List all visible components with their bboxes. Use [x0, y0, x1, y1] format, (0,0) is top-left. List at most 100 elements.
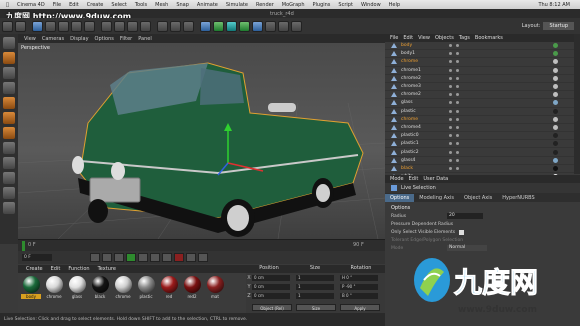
workplane-icon[interactable] [3, 82, 15, 94]
visibility-dots[interactable] [449, 142, 459, 146]
size-x-field[interactable]: 1 [296, 275, 334, 281]
object-row[interactable]: plastic0 [385, 132, 574, 141]
goto-end-icon[interactable] [162, 253, 172, 262]
object-row[interactable]: chrome [385, 58, 574, 67]
tweak-mode-icon[interactable] [3, 157, 15, 169]
menu-mograph[interactable]: MoGraph [282, 2, 305, 8]
obj-menu-tags[interactable]: Tags [459, 35, 470, 41]
menu-mesh[interactable]: Mesh [155, 2, 168, 8]
rotation-h-field[interactable]: H 0 ° [340, 275, 378, 281]
object-row[interactable]: chrome2 [385, 91, 574, 100]
prev-key-icon[interactable] [102, 253, 112, 262]
object-name[interactable]: chrome2 [401, 76, 435, 81]
obj-menu-objects[interactable]: Objects [435, 35, 454, 41]
axis-mode-icon[interactable] [3, 142, 15, 154]
perspective-viewport[interactable]: Perspective [18, 43, 385, 239]
visibility-dots[interactable] [449, 134, 459, 138]
edges-mode-icon[interactable] [3, 112, 15, 124]
object-name[interactable]: glass [401, 100, 435, 105]
render-view-icon[interactable] [157, 20, 168, 32]
object-name[interactable]: glass4 [401, 158, 435, 163]
object-name[interactable]: body1 [401, 51, 435, 56]
object-name[interactable]: plastic1 [401, 141, 435, 146]
visibility-dots[interactable] [449, 93, 459, 97]
visibility-dots[interactable] [449, 150, 459, 154]
viewport-menu-filter[interactable]: Filter [120, 36, 132, 42]
visibility-dots[interactable] [449, 60, 459, 64]
object-name[interactable]: chrome2 [401, 92, 435, 97]
material-tag-icon[interactable] [553, 43, 558, 49]
menu-animate[interactable]: Animate [197, 2, 218, 8]
object-name[interactable]: chrome1 [401, 68, 435, 73]
apply-button[interactable]: Apply [340, 303, 380, 311]
material-menu-edit[interactable]: Edit [51, 266, 61, 272]
make-editable-icon[interactable] [3, 37, 15, 49]
layout-dropdown[interactable]: Startup [543, 22, 574, 30]
viewport-menu-view[interactable]: View [24, 36, 36, 42]
undo-icon[interactable] [2, 20, 13, 32]
rotate-icon[interactable] [71, 20, 82, 32]
menu-render[interactable]: Render [256, 2, 274, 8]
subdivision-icon[interactable] [213, 20, 224, 32]
material-swatch[interactable]: red2 [182, 276, 202, 313]
object-name[interactable]: chrome [401, 59, 435, 64]
object-row[interactable]: body1 [385, 50, 574, 59]
play-icon[interactable] [126, 253, 136, 262]
visibility-dots[interactable] [449, 166, 459, 170]
visibility-dots[interactable] [449, 85, 459, 89]
material-swatch[interactable]: chrome [113, 276, 133, 313]
texture-mode-icon[interactable] [3, 67, 15, 79]
menu-plugins[interactable]: Plugins [313, 2, 331, 8]
material-swatch[interactable]: plastic [136, 276, 156, 313]
material-swatch[interactable]: mat [205, 276, 225, 313]
viewport-menu-panel[interactable]: Panel [138, 36, 152, 42]
obj-menu-edit[interactable]: Edit [403, 35, 413, 41]
goto-start-icon[interactable] [90, 253, 100, 262]
record-icon[interactable] [174, 253, 184, 262]
object-row[interactable]: plastic [385, 108, 574, 116]
cube-icon[interactable] [200, 20, 211, 32]
coordinate-system-icon[interactable] [140, 20, 151, 32]
object-row[interactable]: plastic2 [385, 148, 574, 157]
visibility-dots[interactable] [449, 68, 459, 72]
tab-hypernurbs[interactable]: HyperNURBS [497, 194, 539, 202]
visibility-dots[interactable] [449, 44, 459, 48]
tab-object-axis[interactable]: Object Axis [459, 194, 497, 202]
material-tag-icon[interactable] [553, 84, 558, 90]
next-frame-icon[interactable] [138, 253, 148, 262]
visibility-dots[interactable] [449, 158, 459, 162]
camera-icon[interactable] [278, 20, 289, 32]
menu-help[interactable]: Help [389, 2, 400, 8]
spline-pen-icon[interactable] [239, 20, 250, 32]
object-name[interactable]: plastic2 [401, 150, 435, 155]
y-axis-icon[interactable] [114, 20, 125, 32]
model-mode-icon[interactable] [3, 52, 15, 64]
material-tag-icon[interactable] [553, 133, 558, 139]
viewport-menu-cameras[interactable]: Cameras [42, 36, 64, 42]
material-tag-icon[interactable] [553, 100, 558, 106]
visibility-dots[interactable] [449, 125, 459, 129]
x-axis-icon[interactable] [101, 20, 112, 32]
object-row[interactable]: chrome4 [385, 124, 574, 133]
material-tag-icon[interactable] [553, 124, 558, 130]
viewport-menu-display[interactable]: Display [70, 36, 88, 42]
visibility-dots[interactable] [449, 76, 459, 80]
position-x-field[interactable]: 0 cm [252, 275, 290, 281]
visibility-dots[interactable] [449, 117, 459, 121]
visibility-dots[interactable] [449, 109, 459, 113]
render-picture-viewer-icon[interactable] [170, 20, 181, 32]
menu-file[interactable]: File [53, 2, 61, 8]
material-tag-icon[interactable] [553, 157, 558, 163]
live-selection-icon[interactable] [32, 20, 43, 32]
attr-menu-userdata[interactable]: User Data [423, 176, 448, 182]
array-icon[interactable] [226, 20, 237, 32]
object-manager-scrollbar[interactable] [574, 34, 580, 174]
scale-icon[interactable] [58, 20, 69, 32]
size-mode-dropdown[interactable]: Size [296, 303, 336, 311]
snap-icon[interactable] [3, 172, 15, 184]
material-swatch[interactable]: red [159, 276, 179, 313]
object-row[interactable]: glass [385, 99, 574, 108]
floor-icon[interactable] [265, 20, 276, 32]
object-name[interactable]: plastic [401, 109, 435, 114]
position-y-field[interactable]: 0 cm [252, 284, 290, 290]
